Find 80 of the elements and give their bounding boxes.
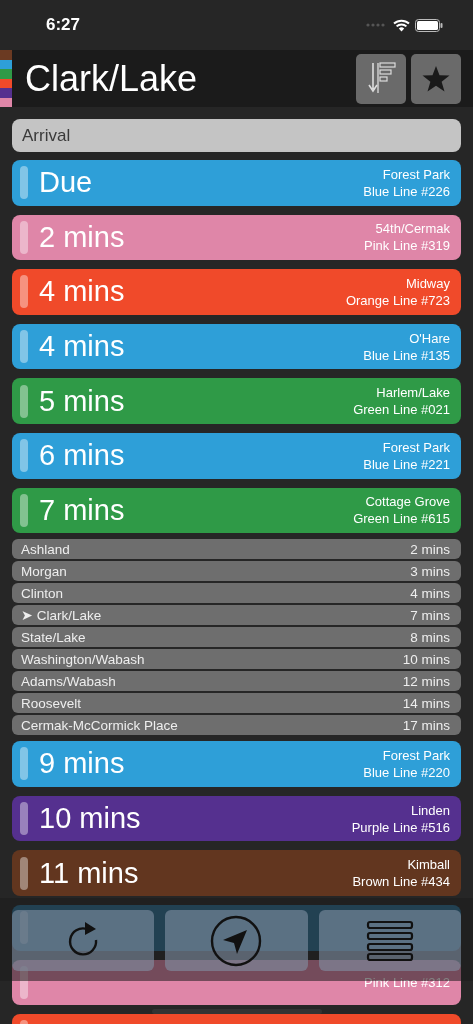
- run-number: Brown Line #434: [352, 873, 450, 891]
- run-number: Blue Line #135: [363, 346, 450, 364]
- arrival-card[interactable]: 11 mins Kimball Brown Line #434: [12, 850, 461, 896]
- arrival-time: 2 mins: [39, 220, 126, 254]
- stop-name: Adams/Wabash: [21, 673, 116, 689]
- line-indicator: [20, 275, 28, 309]
- arrival-card[interactable]: Due Forest Park Blue Line #226: [12, 160, 461, 206]
- destination: Midway: [405, 275, 450, 292]
- run-number: Green Line #021: [353, 401, 450, 419]
- stop-eta: 10 mins: [402, 651, 450, 667]
- stop-eta: 4 mins: [410, 585, 450, 601]
- location-button[interactable]: [165, 910, 308, 971]
- line-indicator: [20, 166, 28, 200]
- stop-name: State/Lake: [21, 629, 86, 645]
- line-indicator: [20, 747, 28, 781]
- arrival-time: 11 mins: [39, 856, 140, 890]
- run-number: Pink Line #319: [364, 237, 450, 255]
- stop-eta: 2 mins: [410, 541, 450, 557]
- line-indicator: [20, 439, 28, 473]
- arrival-card[interactable]: 2 mins 54th/Cermak Pink Line #319: [12, 214, 461, 261]
- arrival-card[interactable]: 4 mins Midway Orange Line #723: [12, 269, 461, 315]
- list-icon: [365, 919, 414, 962]
- destination: O'Hare: [409, 329, 450, 347]
- destination: Forest Park: [382, 438, 450, 456]
- line-indicator: [20, 493, 28, 527]
- run-number: Orange Line #723: [345, 292, 450, 309]
- destination: Forest Park: [382, 746, 450, 764]
- arrival-time: 6 mins: [39, 439, 126, 473]
- line-indicator: [20, 856, 28, 890]
- arrival-time: 7 mins: [39, 493, 126, 527]
- stop-name: Washington/Wabash: [21, 651, 145, 667]
- destination: Harlem/Lake: [376, 384, 450, 402]
- run-number: Purple Line #516: [351, 818, 450, 836]
- run-number: Blue Line #220: [363, 763, 450, 781]
- arrival-time: 4 mins: [39, 330, 126, 364]
- arrival-time: 4 mins: [39, 275, 126, 309]
- stop-eta: 3 mins: [410, 563, 450, 579]
- stop-eta: 17 mins: [402, 717, 450, 733]
- favorite-button[interactable]: [411, 53, 461, 104]
- arrival-time: 9 mins: [39, 747, 126, 781]
- stop-name: Ashland: [21, 541, 70, 557]
- sort-label[interactable]: Arrival: [12, 119, 461, 152]
- run-number: Blue Line #226: [363, 182, 450, 200]
- list-button[interactable]: [318, 910, 461, 971]
- line-indicator: [20, 330, 28, 364]
- stop-eta: 7 mins: [410, 607, 450, 623]
- arrival-time: 10 mins: [39, 802, 142, 836]
- line-indicator: [20, 220, 28, 254]
- run-number: Green Line #615: [353, 510, 450, 528]
- stop-name: Morgan: [21, 563, 67, 579]
- wifi-icon: [393, 18, 410, 32]
- stop-name: Cermak-McCormick Place: [21, 717, 178, 733]
- destination: Kimball: [407, 856, 450, 874]
- line-indicator: [20, 802, 28, 836]
- line-indicator: [20, 384, 28, 418]
- stop-eta: 8 mins: [410, 629, 450, 645]
- destination: Forest Park: [382, 165, 450, 183]
- destination: 54th/Cermak: [375, 220, 450, 238]
- arrival-card[interactable]: 7 mins Cottage Grove Green Line #615: [12, 487, 461, 534]
- refresh-button[interactable]: [12, 910, 155, 971]
- arrival-card[interactable]: [12, 904, 461, 951]
- arrival-card[interactable]: 4 mins O'Hare Blue Line #135: [12, 323, 461, 370]
- destination: Linden: [410, 801, 450, 819]
- stop-eta: 12 mins: [402, 673, 450, 689]
- arrival-card[interactable]: 5 mins Harlem/Lake Green Line #021: [12, 378, 461, 424]
- stop-eta: 14 mins: [402, 695, 450, 711]
- arrival-time: 5 mins: [39, 384, 126, 418]
- stop-name: ➤ Clark/Lake: [21, 607, 102, 624]
- stop-name: Roosevelt: [21, 695, 82, 711]
- sort-button[interactable]: [356, 53, 406, 104]
- battery-icon: [415, 18, 443, 32]
- arrival-card[interactable]: 6 mins Forest Park Blue Line #221: [12, 432, 461, 479]
- arrival-card[interactable]: 10 mins Linden Purple Line #516: [12, 795, 461, 842]
- destination: Cottage Grove: [365, 493, 450, 511]
- stop-name: Clinton: [21, 585, 64, 601]
- arrival-card[interactable]: 9 mins Forest Park Blue Line #220: [12, 741, 461, 787]
- run-number: Blue Line #221: [363, 455, 450, 473]
- arrival-time: Due: [39, 166, 94, 200]
- station-title: Clark/Lake: [25, 57, 199, 100]
- status-time: 6:27: [46, 15, 81, 35]
